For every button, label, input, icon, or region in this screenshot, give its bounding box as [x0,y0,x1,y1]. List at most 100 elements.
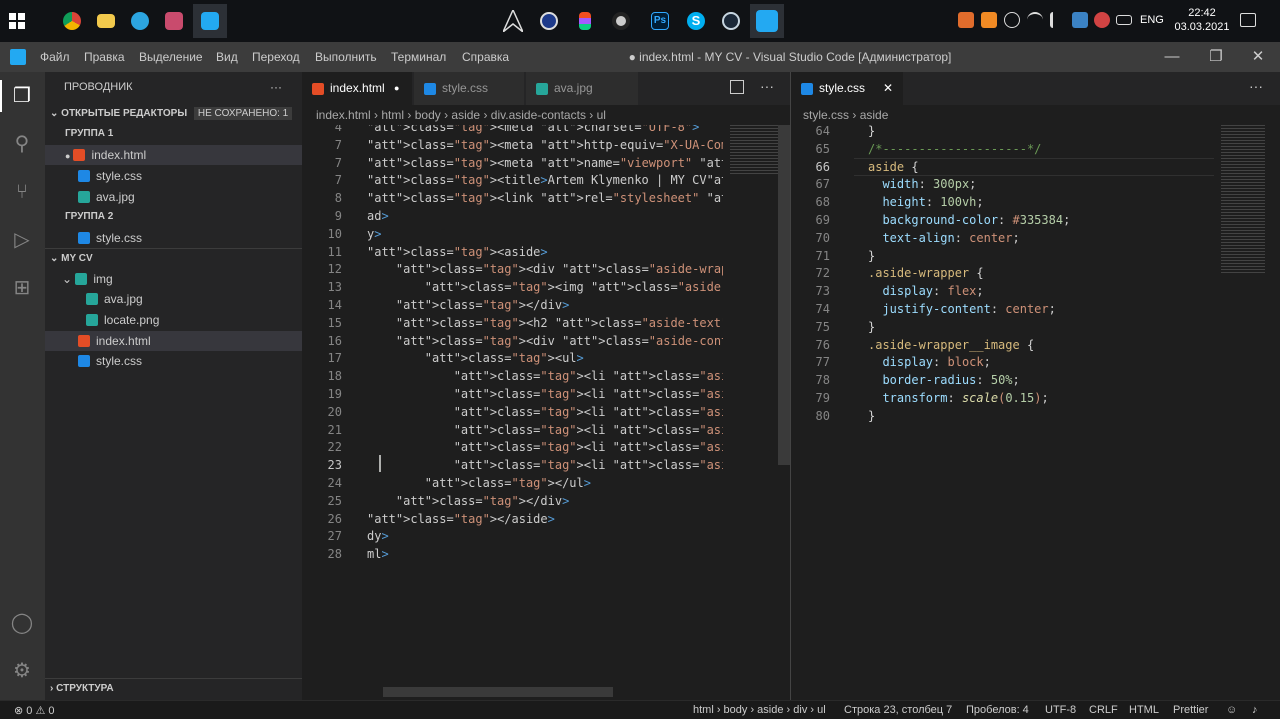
encoding[interactable]: UTF-8 [1045,704,1076,716]
code-line[interactable]: "att">class="tag"><li "att">class="aside… [367,404,723,422]
file-explorer-icon[interactable] [89,4,123,38]
code-line[interactable]: "att">class="tag"><h2 "att">class="aside… [367,315,723,333]
vscode-taskbar-icon[interactable] [193,4,227,38]
code-line[interactable]: "att">class="tag"><meta "att">charset="U… [367,125,723,137]
code-line[interactable]: "att">class="tag"></aside> [367,511,723,529]
code-line[interactable]: .aside-wrapper__image { [868,337,1208,355]
notifications-bell-icon[interactable]: ♪ [1252,704,1258,716]
code-lines[interactable]: } /*--------------------*/aside { width: … [868,125,1208,426]
file-locate-png[interactable]: locate.png [45,310,302,330]
code-line[interactable]: y> [367,226,723,244]
skype-icon[interactable]: S [679,4,713,38]
maximize-icon[interactable]: ❐ [1196,46,1236,68]
breadcrumb-item[interactable]: body [415,108,441,122]
minimize-icon[interactable]: — [1152,46,1192,68]
left-code-editor[interactable]: 4 7 7 7 8 9 10 11 12 13 14 15 16 17 18 19 20 21 22 23 24 25 26… [302,125,790,700]
account-icon[interactable]: ◯ [8,609,36,637]
vertical-scrollbar[interactable] [778,125,790,465]
menu-run[interactable]: Выполнить [315,50,377,64]
menu-selection[interactable]: Выделение [139,50,203,64]
search-icon[interactable]: ⚲ [8,130,36,158]
windows-start-icon[interactable] [0,4,34,38]
prettier-status[interactable]: Prettier [1173,704,1208,716]
tab-style-css-right[interactable]: style.css ✕ [791,72,903,105]
tray-link-icon[interactable] [1004,12,1020,28]
breadcrumb-item[interactable]: aside [451,108,480,122]
open-editor-ava-jpg[interactable]: ava.jpg [45,187,302,207]
code-line[interactable]: ml> [367,546,723,564]
notifications-icon[interactable] [1240,13,1256,27]
vscode-app-icon[interactable] [750,4,784,38]
run-debug-icon[interactable]: ▷ [8,226,36,254]
code-line[interactable]: "att">class="tag"><li "att">class="aside… [367,368,723,386]
code-lines[interactable]: "att">class="tag"><meta "att">charset="U… [367,125,723,564]
file-style-css[interactable]: style.css [45,351,302,371]
code-line[interactable]: background-color: #335384; [868,212,1208,230]
explorer-more-icon[interactable]: ··· [270,77,290,97]
menu-terminal[interactable]: Терминал [391,50,446,64]
code-line[interactable]: "att">class="tag"><ul> [367,350,723,368]
file-index-html[interactable]: index.html [45,331,302,351]
cinema4d-icon[interactable] [532,4,566,38]
code-line[interactable]: "att">class="tag"></div> [367,493,723,511]
code-line[interactable]: } [868,408,1208,426]
indentation[interactable]: Пробелов: 4 [966,704,1029,716]
code-line[interactable]: "att">class="tag"><aside> [367,244,723,262]
language-indicator[interactable]: ENG [1140,14,1164,26]
battery-icon[interactable] [1116,15,1132,25]
code-line[interactable]: "att">class="tag"></div> [367,297,723,315]
extensions-icon[interactable]: ⊞ [8,274,36,302]
code-line[interactable]: .aside-wrapper { [868,265,1208,283]
unsaved-dot-icon[interactable]: ● [394,72,399,105]
code-line[interactable]: } [868,319,1208,337]
breadcrumb-item[interactable]: div.aside-contacts [491,108,586,122]
more-actions-icon[interactable]: ··· [1249,78,1263,94]
code-line[interactable]: height: 100vh; [868,194,1208,212]
code-line[interactable]: ad> [367,208,723,226]
tray-app-icon-4[interactable] [1094,12,1110,28]
more-actions-icon[interactable]: ··· [760,78,774,94]
code-line[interactable]: transform: scale(0.15); [868,390,1208,408]
menu-go[interactable]: Переход [252,50,300,64]
tray-app-icon[interactable] [958,12,974,28]
breadcrumb-item[interactable]: index.html [316,108,371,122]
code-line[interactable]: "att">class="tag"><title>Artem Klymenko … [367,172,723,190]
settings-gear-icon[interactable]: ⚙ [8,657,36,685]
menu-file[interactable]: Файл [40,50,70,64]
code-line[interactable]: width: 300px; [868,176,1208,194]
breadcrumb-item[interactable]: style.css [803,108,849,122]
code-line[interactable]: display: block; [868,354,1208,372]
photoshop-icon[interactable]: Ps [643,4,677,38]
open-editors-section[interactable]: ⌄ ОТКРЫТЫЕ РЕДАКТОРЫ НЕ СОХРАНЕНО: 1 [45,104,302,124]
code-line[interactable]: "att">class="tag"><meta "att">http-equiv… [367,137,723,155]
code-line[interactable]: justify-content: center; [868,301,1208,319]
split-editor-icon[interactable] [730,80,744,94]
assassins-creed-icon[interactable] [496,4,530,38]
breadcrumb-item[interactable]: ul [597,108,606,122]
project-section[interactable]: ⌄ MY CV [45,248,302,268]
telegram-icon[interactable] [123,4,157,38]
code-line[interactable]: border-radius: 50%; [868,372,1208,390]
code-line[interactable]: "att">class="tag"><li "att">class="aside… [367,386,723,404]
source-control-icon[interactable]: ⑂ [8,178,36,206]
code-line[interactable]: "att">class="tag"><link "att">rel="style… [367,190,723,208]
right-code-editor[interactable]: 64 65 66 67 68 69 70 71 72 73 74 75 76 77 78 79 80 }/*--… [791,125,1280,700]
breadcrumb-item[interactable]: html [381,108,404,122]
code-line[interactable]: display: flex; [868,283,1208,301]
code-line[interactable]: /*--------------------*/ [868,141,1208,159]
minimap[interactable] [730,125,778,175]
clock[interactable]: 22:42 03.03.2021 [1172,6,1232,34]
tray-app-icon-3[interactable] [1072,12,1088,28]
problems-indicator[interactable]: ⊗ 0 ⚠ 0 [14,704,54,717]
code-line[interactable]: "att">class="tag"><li "att">class="aside… [367,457,723,475]
tray-app-icon-2[interactable] [981,12,997,28]
figma-icon[interactable] [568,4,602,38]
line-ending[interactable]: CRLF [1089,704,1118,716]
folder-img[interactable]: ⌄ img [45,269,302,289]
code-line[interactable]: aside { [868,159,1208,177]
feedback-icon[interactable]: ☺ [1226,704,1237,716]
language-mode[interactable]: HTML [1129,704,1159,716]
cursor-position[interactable]: Строка 23, столбец 7 [844,704,952,716]
code-line[interactable]: "att">class="tag"></ul> [367,475,723,493]
open-editor-style-css[interactable]: style.css [45,166,302,186]
